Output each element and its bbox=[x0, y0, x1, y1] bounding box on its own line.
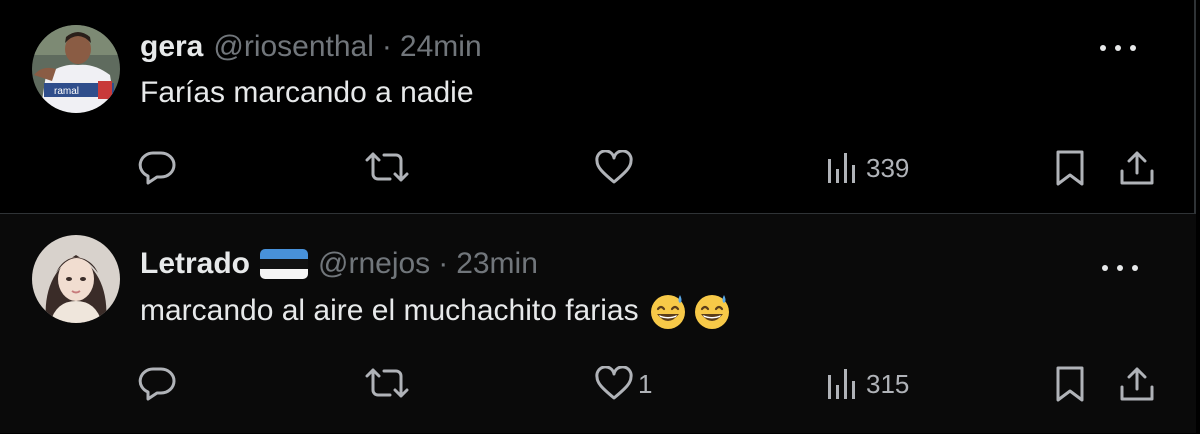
share-upload-icon bbox=[1120, 151, 1154, 185]
share-button[interactable] bbox=[1118, 149, 1156, 187]
grinning-face-with-sweat-icon bbox=[649, 292, 687, 330]
user-handle[interactable]: @rnejos bbox=[318, 247, 430, 281]
profile-photo-player-icon: ramal bbox=[32, 25, 120, 113]
heart-icon bbox=[595, 366, 633, 400]
bar-chart-icon bbox=[828, 369, 855, 399]
retweet-button[interactable] bbox=[364, 150, 410, 184]
timestamp[interactable]: 23min bbox=[456, 247, 538, 281]
heart-icon bbox=[595, 150, 633, 184]
tweet-text: Farías marcando a nadie bbox=[140, 76, 474, 110]
retweet-button[interactable] bbox=[364, 366, 410, 400]
display-name[interactable]: Letrado bbox=[140, 247, 250, 281]
bookmark-icon bbox=[1056, 150, 1084, 186]
svg-text:ramal: ramal bbox=[54, 86, 79, 97]
bookmark-button[interactable] bbox=[1054, 149, 1086, 187]
grinning-face-with-sweat-icon bbox=[693, 292, 731, 330]
tweet-header: gera @riosenthal · 24min bbox=[140, 27, 482, 67]
reply-button[interactable] bbox=[138, 150, 176, 186]
speech-bubble-icon bbox=[138, 151, 176, 185]
avatar[interactable] bbox=[32, 235, 120, 323]
more-dots-icon[interactable] bbox=[1102, 258, 1138, 278]
tweet-1[interactable]: ramal gera @riosenthal · 24min Farías ma… bbox=[0, 0, 1196, 214]
like-count: 1 bbox=[638, 368, 653, 399]
bookmark-button[interactable] bbox=[1054, 365, 1086, 403]
share-upload-icon bbox=[1120, 367, 1154, 401]
view-count: 315 bbox=[866, 368, 910, 399]
bar-chart-icon bbox=[828, 153, 855, 183]
retweet-arrows-icon bbox=[365, 152, 409, 182]
bookmark-icon bbox=[1056, 366, 1084, 402]
estonia-flag-icon bbox=[260, 249, 309, 279]
profile-photo-woman-icon bbox=[32, 235, 120, 323]
view-count: 339 bbox=[866, 152, 910, 183]
display-name[interactable]: gera bbox=[140, 30, 203, 64]
separator-dot: · bbox=[438, 247, 449, 280]
like-button[interactable]: 1 bbox=[594, 366, 652, 402]
reply-button[interactable] bbox=[138, 366, 176, 402]
tweet-text-content: marcando al aire el muchachito farias bbox=[140, 294, 639, 327]
retweet-arrows-icon bbox=[365, 368, 409, 398]
tweet-2[interactable]: Letrado @rnejos · 23min marcando al aire… bbox=[0, 214, 1196, 433]
avatar[interactable]: ramal bbox=[32, 25, 120, 113]
more-dots-icon[interactable] bbox=[1100, 38, 1136, 58]
timestamp[interactable]: 24min bbox=[400, 30, 482, 64]
tweet-text-content: Farías marcando a nadie bbox=[140, 76, 474, 109]
views-button[interactable]: 315 bbox=[826, 367, 909, 401]
like-button[interactable] bbox=[594, 150, 642, 186]
user-handle[interactable]: @riosenthal bbox=[213, 30, 374, 64]
speech-bubble-icon bbox=[138, 367, 176, 401]
share-button[interactable] bbox=[1118, 365, 1156, 403]
separator-dot: · bbox=[381, 30, 392, 63]
tweet-text: marcando al aire el muchachito farias bbox=[140, 292, 731, 330]
tweet-header: Letrado @rnejos · 23min bbox=[140, 244, 538, 284]
views-button[interactable]: 339 bbox=[826, 151, 909, 185]
